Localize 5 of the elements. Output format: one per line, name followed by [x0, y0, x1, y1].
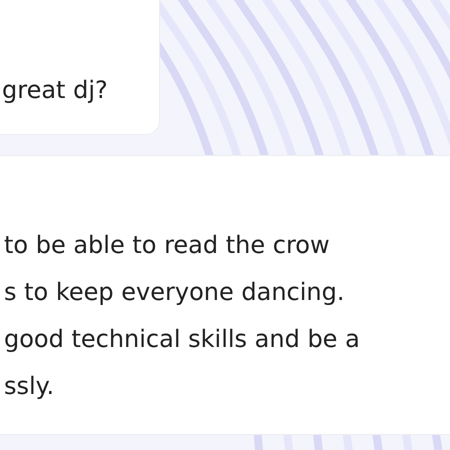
message-text: great dj? — [2, 75, 109, 106]
message-text: to be able to read the crow — [4, 230, 331, 261]
message-text: good technical skills and be a — [4, 324, 361, 355]
message-text: ssly. — [4, 371, 56, 402]
message-text: s to keep everyone dancing. — [4, 277, 346, 308]
